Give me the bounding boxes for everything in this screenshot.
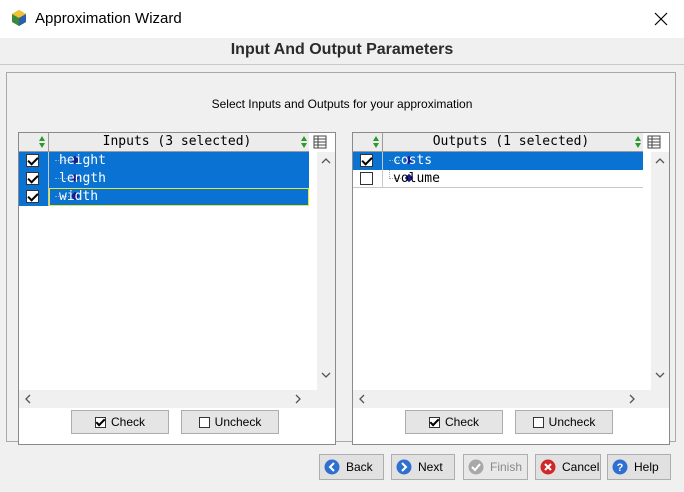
scroll-left-icon[interactable] — [23, 394, 33, 404]
arrow-right-icon — [396, 459, 412, 475]
button-label: Uncheck — [214, 415, 262, 429]
row-checkbox[interactable] — [26, 190, 39, 203]
button-label: Next — [418, 460, 443, 474]
sort-arrow-icon — [39, 136, 45, 148]
help-icon: ? — [612, 459, 628, 475]
row-checkbox[interactable] — [26, 154, 39, 167]
cancel-icon — [540, 459, 556, 475]
scroll-left-icon[interactable] — [357, 394, 367, 404]
sort-arrow-icon — [635, 136, 641, 148]
table-row[interactable]: height — [19, 152, 309, 170]
column-chooser-icon[interactable] — [647, 135, 661, 149]
button-label: Check — [110, 415, 145, 429]
parameters-panel: Select Inputs and Outputs for your appro… — [6, 72, 676, 445]
row-label: volume — [393, 171, 440, 186]
close-button[interactable] — [647, 6, 675, 32]
svg-text:?: ? — [617, 462, 624, 474]
sort-arrow-icon — [373, 136, 379, 148]
outputs-table: Outputs (1 selected) costs volume — [352, 132, 670, 445]
checkbox-checked-icon — [428, 416, 440, 428]
wizard-dialog: Input And Output Parameters Select Input… — [0, 38, 684, 492]
table-row[interactable]: width — [19, 188, 309, 206]
horizontal-scrollbar[interactable] — [353, 390, 669, 408]
cancel-button[interactable]: Cancel — [535, 454, 601, 480]
horizontal-scrollbar[interactable] — [19, 390, 335, 408]
button-label: Help — [634, 460, 659, 474]
page-title: Input And Output Parameters — [230, 41, 454, 58]
row-checkbox[interactable] — [360, 154, 373, 167]
button-label: Check — [444, 415, 479, 429]
checkbox-cell — [353, 170, 383, 188]
row-checkbox[interactable] — [360, 172, 373, 185]
finish-button[interactable]: Finish — [463, 454, 528, 480]
scroll-up-icon[interactable] — [321, 156, 331, 166]
row-checkbox[interactable] — [26, 172, 39, 185]
scroll-down-icon[interactable] — [321, 370, 331, 380]
inputs-table: Inputs (3 selected) height length width — [18, 132, 336, 445]
sort-arrow-icon — [301, 136, 307, 148]
next-button[interactable]: Next — [391, 454, 455, 480]
outputs-column-header[interactable]: Outputs (1 selected) — [383, 133, 639, 151]
app-icon — [12, 10, 26, 26]
finish-icon — [468, 459, 484, 475]
checkbox-cell — [353, 152, 383, 170]
focus-outline — [49, 188, 309, 206]
window-title: Approximation Wizard — [35, 10, 182, 27]
vertical-scrollbar[interactable] — [651, 152, 669, 390]
vertical-scrollbar[interactable] — [317, 152, 335, 390]
arrow-left-icon — [324, 459, 340, 475]
scroll-down-icon[interactable] — [655, 370, 665, 380]
scroll-up-icon[interactable] — [655, 156, 665, 166]
checkbox-cell — [19, 170, 49, 188]
inputs-uncheck-button[interactable]: Uncheck — [181, 410, 279, 434]
row-label: costs — [393, 153, 433, 168]
table-row[interactable]: length — [19, 170, 309, 188]
back-button[interactable]: Back — [319, 454, 384, 480]
row-label: height — [59, 153, 106, 168]
row-label: length — [59, 171, 106, 186]
checkbox-checked-icon — [94, 416, 106, 428]
checkbox-cell — [19, 188, 49, 206]
button-label: Cancel — [562, 460, 600, 474]
scroll-right-icon[interactable] — [627, 394, 637, 404]
outputs-check-button[interactable]: Check — [405, 410, 503, 434]
help-button[interactable]: ? Help — [607, 454, 671, 480]
button-label: Uncheck — [548, 415, 596, 429]
inputs-check-button[interactable]: Check — [71, 410, 169, 434]
check-column-header[interactable] — [19, 133, 49, 151]
checkbox-empty-icon — [532, 416, 544, 428]
inputs-table-header: Inputs (3 selected) — [19, 133, 309, 152]
title-bar: Approximation Wizard — [0, 0, 684, 38]
outputs-table-header: Outputs (1 selected) — [353, 133, 643, 152]
header-divider — [0, 64, 684, 65]
table-row[interactable]: costs — [353, 152, 643, 170]
scroll-right-icon[interactable] — [293, 394, 303, 404]
checkbox-cell — [19, 152, 49, 170]
checkbox-empty-icon — [198, 416, 210, 428]
check-column-header[interactable] — [353, 133, 383, 151]
instruction-text: Select Inputs and Outputs for your appro… — [211, 97, 473, 111]
button-label: Finish — [490, 460, 523, 474]
close-icon — [654, 12, 668, 26]
table-row[interactable]: volume — [353, 170, 643, 188]
outputs-uncheck-button[interactable]: Uncheck — [515, 410, 613, 434]
inputs-column-header[interactable]: Inputs (3 selected) — [49, 133, 305, 151]
column-chooser-icon[interactable] — [313, 135, 327, 149]
button-label: Back — [346, 460, 373, 474]
